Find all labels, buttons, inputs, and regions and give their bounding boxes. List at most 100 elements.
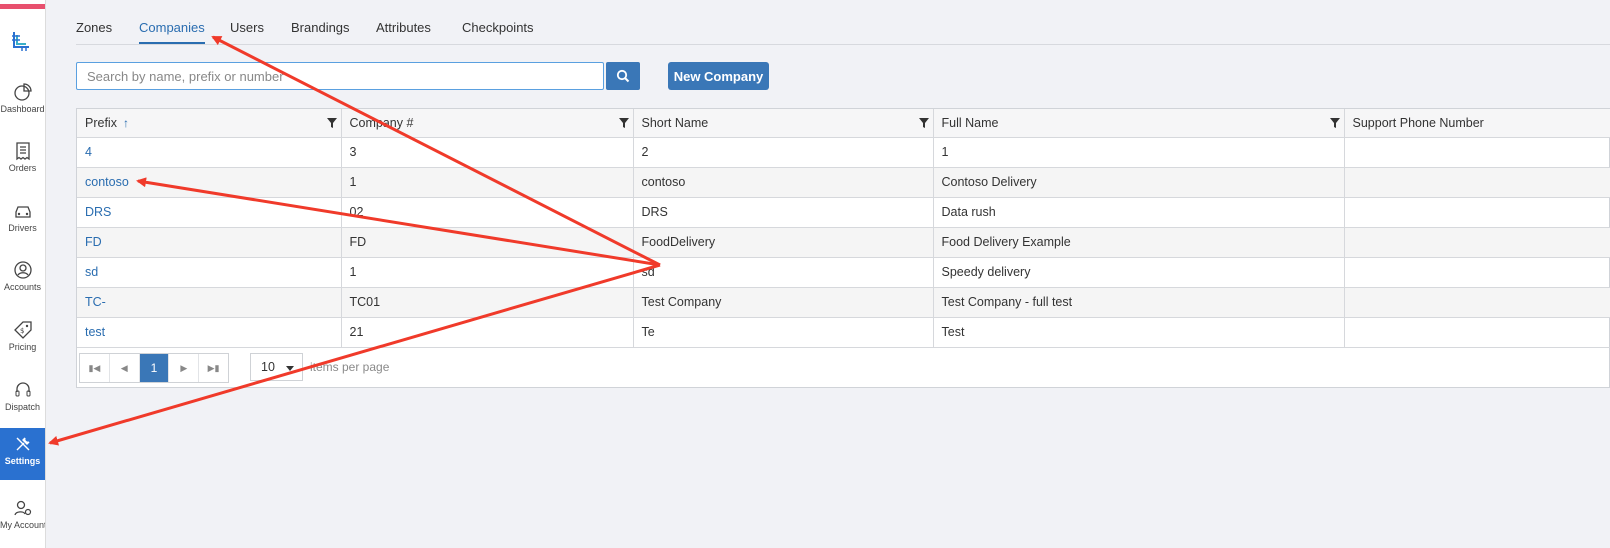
page-number-button[interactable]: 1: [139, 354, 170, 382]
table-row[interactable]: sd 1 sd Speedy delivery: [77, 257, 1610, 288]
table-row[interactable]: DRS 02 DRS Data rush: [77, 197, 1610, 228]
company-number-cell: 02: [341, 197, 634, 228]
next-page-button[interactable]: ▶: [169, 354, 200, 382]
sidebar-item-drivers[interactable]: Drivers: [0, 195, 45, 247]
settings-tabs: Zones Companies Users Brandings Attribut…: [76, 0, 1610, 45]
full-name-cell: Speedy delivery: [933, 257, 1345, 288]
tab-companies[interactable]: Companies: [139, 20, 205, 44]
table-row[interactable]: TC- TC01 Test Company Test Company - ful…: [77, 287, 1610, 318]
prefix-link[interactable]: DRS: [77, 197, 342, 228]
prefix-link[interactable]: contoso: [77, 167, 342, 198]
column-header-label: Full Name: [941, 115, 999, 130]
car-icon: [14, 206, 31, 218]
table-row[interactable]: test 21 Te Test: [77, 317, 1610, 348]
sidebar-item-label: Pricing: [8, 342, 37, 352]
filter-icon[interactable]: [1329, 118, 1340, 128]
sidebar-item-my-account[interactable]: My Account: [0, 492, 45, 544]
table-row[interactable]: FD FD FoodDelivery Food Delivery Example: [77, 227, 1610, 258]
tab-zones[interactable]: Zones: [76, 20, 112, 35]
sidebar-item-pricing[interactable]: $ Pricing: [0, 314, 45, 366]
short-name-cell: FoodDelivery: [633, 227, 934, 258]
new-company-button[interactable]: New Company: [668, 62, 769, 90]
full-name-cell: 1: [933, 137, 1345, 168]
search-button[interactable]: [606, 62, 640, 90]
price-tag-icon: $: [13, 321, 32, 339]
sort-ascending-icon[interactable]: ↑: [123, 116, 129, 130]
full-name-cell: Data rush: [933, 197, 1345, 228]
short-name-cell: Test Company: [633, 287, 934, 318]
company-number-cell: FD: [341, 227, 634, 258]
sidebar-item-label: Dispatch: [4, 402, 40, 412]
prefix-link[interactable]: FD: [77, 227, 342, 258]
sidebar-item-label: Settings: [4, 456, 41, 466]
companies-grid: Prefix ↑ Company # Short Name Full Name S…: [76, 108, 1610, 388]
column-header-short-name[interactable]: Short Name: [633, 109, 934, 138]
previous-page-button[interactable]: ◀: [110, 354, 140, 382]
svg-text:$: $: [20, 327, 24, 335]
table-row[interactable]: 4 3 2 1: [77, 137, 1610, 168]
phone-cell: [1344, 167, 1610, 198]
logo-icon[interactable]: [10, 30, 32, 52]
sidebar-item-label: Drivers: [8, 223, 37, 233]
sidebar-item-label: Orders: [8, 163, 37, 173]
tab-users[interactable]: Users: [230, 20, 264, 35]
column-header-label: Company #: [349, 115, 414, 130]
search-input[interactable]: [76, 62, 604, 90]
company-number-cell: TC01: [341, 287, 634, 318]
column-header-label: Prefix: [85, 115, 117, 130]
short-name-cell: contoso: [633, 167, 934, 198]
sidebar-item-dashboard[interactable]: Dashboard: [0, 76, 45, 128]
phone-cell: [1344, 287, 1610, 318]
sidebar-item-orders[interactable]: Orders: [0, 135, 45, 187]
prefix-link[interactable]: TC-: [77, 287, 342, 318]
full-name-cell: Test: [933, 317, 1345, 348]
user-gear-icon: [13, 500, 31, 516]
sidebar-item-settings[interactable]: Settings: [0, 428, 45, 480]
phone-cell: [1344, 317, 1610, 348]
tools-icon: [16, 437, 29, 451]
column-header-full-name[interactable]: Full Name: [933, 109, 1345, 138]
short-name-cell: DRS: [633, 197, 934, 228]
sidebar-accent-bar: [0, 4, 45, 9]
sidebar-item-label: Accounts: [3, 282, 42, 292]
page-size-select[interactable]: 10: [250, 353, 303, 381]
company-number-cell: 1: [341, 257, 634, 288]
filter-icon[interactable]: [618, 118, 629, 128]
sidebar-item-label: Dashboard: [0, 104, 45, 114]
column-header-label: Support Phone Number: [1352, 115, 1484, 130]
sidebar: Dashboard Orders Drivers Accounts $ Pric…: [0, 0, 46, 548]
tab-brandings[interactable]: Brandings: [291, 20, 350, 35]
filter-icon[interactable]: [326, 118, 337, 128]
tab-attributes[interactable]: Attributes: [376, 20, 431, 35]
column-header-prefix[interactable]: Prefix ↑: [77, 109, 342, 138]
filter-icon[interactable]: [918, 118, 929, 128]
phone-cell: [1344, 227, 1610, 258]
prefix-link[interactable]: sd: [77, 257, 342, 288]
first-page-button[interactable]: ▮◀: [80, 354, 110, 382]
table-header-row: Prefix ↑ Company # Short Name Full Name S…: [77, 109, 1610, 138]
user-circle-icon: [13, 261, 32, 279]
page-size-value: 10: [261, 360, 275, 374]
caret-down-icon: [286, 366, 294, 371]
pagination: ▮◀ ◀ 1 ▶ ▶▮: [79, 353, 229, 383]
company-number-cell: 3: [341, 137, 634, 168]
companies-table: Prefix ↑ Company # Short Name Full Name S…: [77, 109, 1610, 348]
full-name-cell: Food Delivery Example: [933, 227, 1345, 258]
short-name-cell: Te: [633, 317, 934, 348]
sidebar-item-accounts[interactable]: Accounts: [0, 254, 45, 306]
pie-chart-icon: [13, 83, 32, 101]
full-name-cell: Contoso Delivery: [933, 167, 1345, 198]
last-page-button[interactable]: ▶▮: [199, 354, 228, 382]
full-name-cell: Test Company - full test: [933, 287, 1345, 318]
prefix-link[interactable]: 4: [77, 137, 342, 168]
tab-checkpoints[interactable]: Checkpoints: [462, 20, 534, 35]
column-header-company-number[interactable]: Company #: [341, 109, 634, 138]
headset-icon: [15, 382, 30, 397]
search-icon: [616, 69, 630, 83]
short-name-cell: 2: [633, 137, 934, 168]
table-row[interactable]: contoso 1 contoso Contoso Delivery: [77, 167, 1610, 198]
phone-cell: [1344, 257, 1610, 288]
prefix-link[interactable]: test: [77, 317, 342, 348]
column-header-support-phone[interactable]: Support Phone Number: [1344, 109, 1610, 138]
sidebar-item-dispatch[interactable]: Dispatch: [0, 374, 45, 426]
